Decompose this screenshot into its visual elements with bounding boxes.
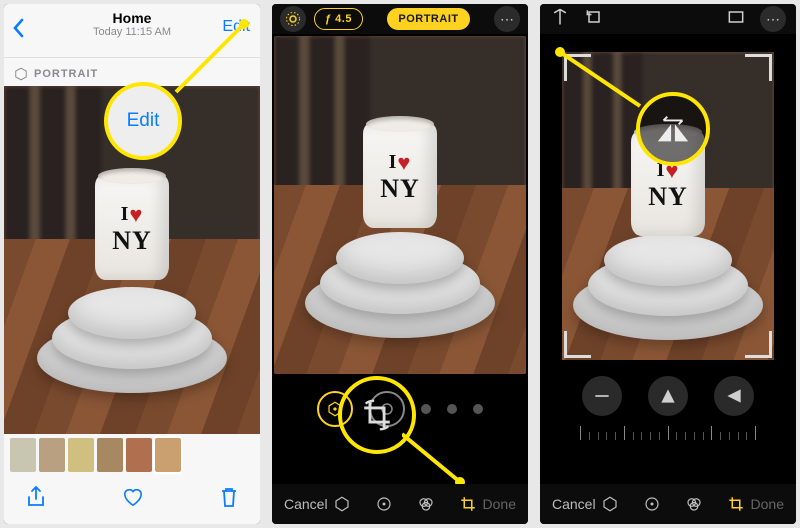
edit-canvas[interactable]: I♥NY [272,34,528,484]
lighting-dial-4[interactable] [447,404,457,414]
tool-crop-icon[interactable] [725,493,747,515]
lighting-dial-2[interactable] [369,391,405,427]
crop-axis-row [540,376,796,416]
screen-3-crop-mode: ⋯ I♥NY [540,4,796,524]
hexagon-icon [326,400,344,418]
vertical-perspective-icon[interactable] [648,376,688,416]
back-button[interactable] [12,18,24,38]
photo-subject-cup: I♥ NY [95,176,169,280]
hexagon-icon [14,67,28,81]
crop-frame[interactable] [564,54,772,358]
rotate-icon[interactable] [584,7,604,32]
edit-button[interactable]: Edit [222,18,250,36]
angle-ruler[interactable] [580,422,756,440]
portrait-mode-badge[interactable]: PORTRAIT [387,8,469,30]
tool-filters-icon[interactable] [683,493,705,515]
more-icon[interactable]: ⋯ [760,6,786,32]
screen-1-photos-detail: Home Today 11:15 AM Edit PORTRAIT I♥ NY [4,4,260,524]
tool-adjust-icon[interactable] [373,493,395,515]
thumbnail-strip[interactable] [4,434,260,476]
more-icon[interactable]: ⋯ [494,6,520,32]
nav-bar: Home Today 11:15 AM Edit [4,4,260,58]
crop-canvas[interactable]: I♥NY [540,34,796,484]
aperture-pill[interactable]: ƒ 4.5 [314,8,363,30]
screen-2-edit-portrait: ƒ 4.5 PORTRAIT ⋯ I♥NY [272,4,528,524]
horizontal-perspective-icon[interactable] [714,376,754,416]
done-button[interactable]: Done [483,496,516,512]
crop-top-bar: ⋯ [540,4,796,34]
straighten-icon[interactable] [582,376,622,416]
lighting-dial-main[interactable] [317,391,353,427]
share-icon[interactable] [26,485,46,515]
cancel-button[interactable]: Cancel [284,496,328,512]
edit-top-bar: ƒ 4.5 PORTRAIT ⋯ [272,4,528,34]
lighting-dial-5[interactable] [473,404,483,414]
tool-crop-icon[interactable] [457,493,479,515]
lighting-dial-3[interactable] [421,404,431,414]
photo-scene: I♥ NY [4,86,260,434]
tool-filters-icon[interactable] [415,493,437,515]
live-photo-icon[interactable] [280,6,306,32]
portrait-badge-row: PORTRAIT [4,58,260,86]
photo-viewport[interactable]: I♥ NY [4,86,260,434]
chevron-left-icon [12,18,24,38]
crop-bottom-bar: Cancel Done [540,484,796,524]
tool-adjust-icon[interactable] [641,493,663,515]
aspect-ratio-icon[interactable] [726,7,746,32]
favorite-icon[interactable] [122,487,144,513]
edit-bottom-bar: Cancel Done [272,484,528,524]
portrait-badge-label: PORTRAIT [34,68,98,80]
lighting-effect-row[interactable] [272,374,528,444]
trash-icon[interactable] [220,486,238,514]
flip-vertical-icon[interactable] [550,7,570,32]
done-button[interactable]: Done [751,496,784,512]
tool-portrait-icon[interactable] [599,493,621,515]
cancel-button[interactable]: Cancel [552,496,596,512]
tool-portrait-icon[interactable] [331,493,353,515]
toolbar [4,476,260,524]
